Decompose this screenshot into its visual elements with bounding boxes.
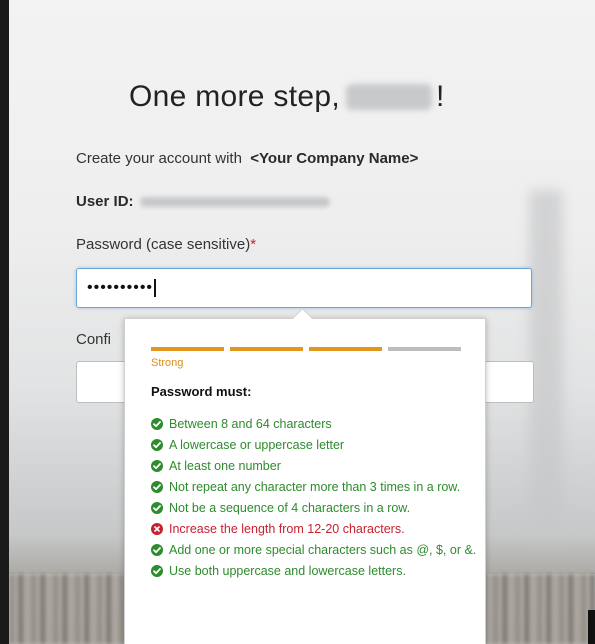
strength-segment xyxy=(309,347,382,351)
strength-segment xyxy=(388,347,461,351)
check-circle-icon xyxy=(151,502,163,514)
requirement-item: At least one number xyxy=(151,458,481,475)
password-input[interactable]: •••••••••• xyxy=(76,268,532,308)
redacted-first-name xyxy=(345,84,432,110)
account-intro: Create your account with <Your Company N… xyxy=(76,150,418,167)
window-edge-right xyxy=(588,610,595,644)
confirm-label-text: Confi xyxy=(76,331,112,348)
requirements-list: Between 8 and 64 characters A lowercase o… xyxy=(151,416,481,584)
requirement-item: Use both uppercase and lowercase letters… xyxy=(151,563,481,580)
user-id-label: User ID: xyxy=(76,193,134,210)
check-circle-icon xyxy=(151,418,163,430)
title-prefix: One more step, xyxy=(129,80,340,113)
strength-label: Strong xyxy=(151,357,184,369)
x-circle-icon xyxy=(151,523,163,535)
user-id-row: User ID: xyxy=(76,193,330,210)
check-circle-icon xyxy=(151,565,163,577)
text-caret xyxy=(154,279,156,297)
requirement-text: A lowercase or uppercase letter xyxy=(169,438,345,452)
requirement-item: Add one or more special characters such … xyxy=(151,542,481,559)
window-edge xyxy=(0,0,9,644)
intro-text: Create your account with xyxy=(76,150,242,167)
page-title: One more step,! xyxy=(129,80,445,114)
requirement-text: At least one number xyxy=(169,459,281,473)
company-name: <Your Company Name> xyxy=(250,150,419,167)
requirement-text: Between 8 and 64 characters xyxy=(169,417,332,431)
title-suffix: ! xyxy=(435,80,445,113)
requirement-item: Between 8 and 64 characters xyxy=(151,416,481,433)
required-asterisk: * xyxy=(250,236,257,253)
redacted-user-id xyxy=(139,197,330,208)
requirement-item: Not repeat any character more than 3 tim… xyxy=(151,479,481,496)
requirement-item: Not be a sequence of 4 characters in a r… xyxy=(151,500,481,517)
requirement-text: Add one or more special characters such … xyxy=(169,543,477,557)
password-mask: •••••••••• xyxy=(87,279,154,297)
requirement-item: Increase the length from 12-20 character… xyxy=(151,521,481,538)
requirement-text: Increase the length from 12-20 character… xyxy=(169,522,405,536)
requirement-text: Use both uppercase and lowercase letters… xyxy=(169,564,406,578)
requirement-text: Not be a sequence of 4 characters in a r… xyxy=(169,501,411,515)
check-circle-icon xyxy=(151,481,163,493)
check-circle-icon xyxy=(151,544,163,556)
strength-segment xyxy=(230,347,303,351)
strength-segment xyxy=(151,347,224,351)
password-label: Password (case sensitive)* xyxy=(76,236,256,253)
check-circle-icon xyxy=(151,460,163,472)
strength-meter xyxy=(151,347,461,351)
requirement-item: A lowercase or uppercase letter xyxy=(151,437,481,454)
password-requirements-popover: Strong Password must: Between 8 and 64 c… xyxy=(124,307,486,644)
confirm-password-label: Confi xyxy=(76,331,111,348)
requirements-heading: Password must: xyxy=(151,384,252,399)
password-label-text: Password (case sensitive) xyxy=(76,236,251,253)
check-circle-icon xyxy=(151,439,163,451)
requirement-text: Not repeat any character more than 3 tim… xyxy=(169,480,461,494)
